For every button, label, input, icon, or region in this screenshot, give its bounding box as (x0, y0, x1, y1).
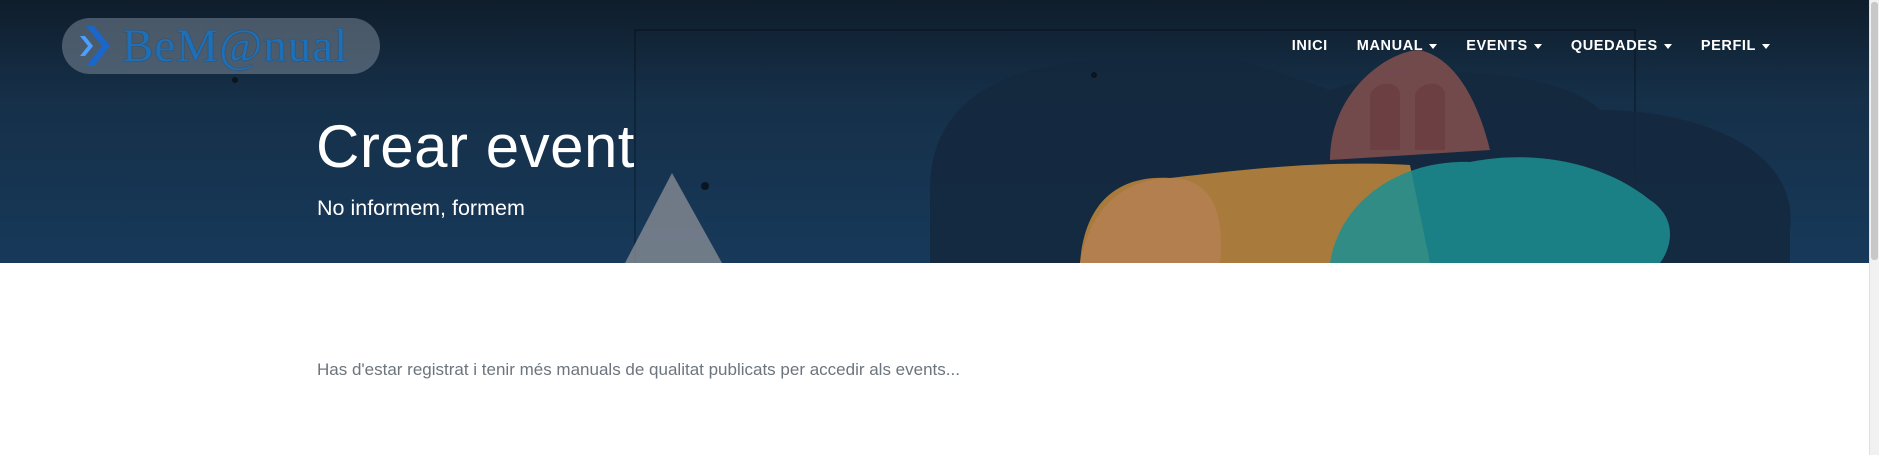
nav-item-perfil[interactable]: PERFIL (1701, 38, 1770, 54)
nav-item-manual[interactable]: MANUAL (1356, 38, 1438, 54)
caret-down-icon (1533, 43, 1542, 49)
main-nav: INICI MANUAL EVENTS QUEDADES PERFIL (1292, 38, 1770, 54)
nav-item-quedades[interactable]: QUEDADES (1571, 38, 1672, 54)
page-subtitle: No informem, formem (317, 196, 525, 220)
caret-down-icon (1663, 43, 1672, 49)
nav-item-inici[interactable]: INICI (1292, 38, 1328, 54)
nav-item-label: INICI (1291, 38, 1328, 54)
scrollbar-thumb[interactable] (1871, 2, 1878, 260)
page-scrollbar[interactable] (1869, 0, 1879, 455)
nav-item-label: MANUAL (1356, 38, 1424, 54)
page-title: Crear event (316, 113, 635, 180)
nav-item-label: QUEDADES (1570, 38, 1658, 54)
access-notice: Has d'estar registrat i tenir més manual… (317, 360, 960, 379)
site-logo[interactable]: BeM@nual (62, 18, 380, 74)
nav-item-label: EVENTS (1466, 38, 1528, 54)
caret-down-icon (1762, 43, 1770, 49)
nav-item-events[interactable]: EVENTS (1466, 38, 1542, 54)
nav-item-label: PERFIL (1700, 38, 1756, 54)
logo-arrow-icon (80, 26, 110, 66)
logo-text: BeM@nual (122, 20, 349, 72)
hero-banner: BeM@nual INICI MANUAL EVENTS QUEDADES PE… (0, 0, 1870, 263)
caret-down-icon (1429, 43, 1438, 49)
